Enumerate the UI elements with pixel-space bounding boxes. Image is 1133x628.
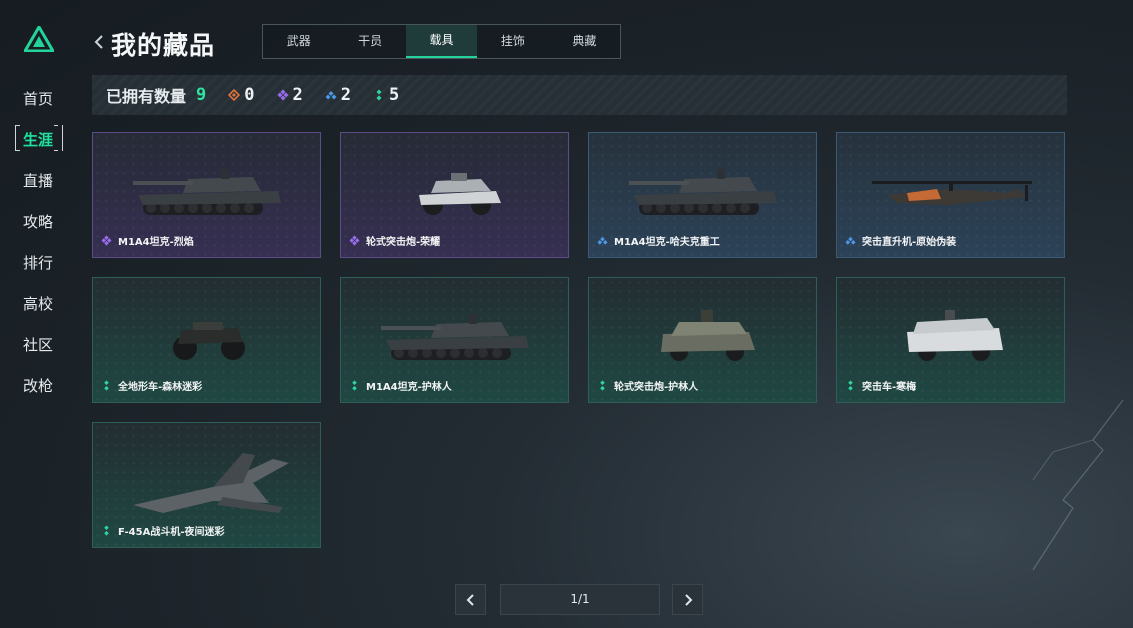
rarity-count-orange: 0 xyxy=(228,85,255,105)
sidebar-item-4[interactable]: 排行 xyxy=(0,250,76,291)
vehicle-card[interactable]: 全地形车-森林迷彩 xyxy=(92,277,321,403)
vehicle-name-row: M1A4坦克-哈夫克重工 xyxy=(597,233,720,248)
sidebar-item-label: 社区 xyxy=(22,336,53,354)
green-rarity-icon xyxy=(848,380,853,391)
owned-count-bar: 已拥有数量 9 0 2 2 5 xyxy=(92,75,1067,115)
sidebar-item-label: 直播 xyxy=(22,172,53,190)
purple-rarity-icon xyxy=(101,235,112,246)
vehicle-name-row: 轮式突击炮-荣耀 xyxy=(349,233,440,248)
chevron-left-icon xyxy=(466,594,474,606)
prev-page-button[interactable] xyxy=(455,584,486,615)
vehicle-card[interactable]: 轮式突击炮-荣耀 xyxy=(340,132,569,258)
vehicle-name-row: M1A4坦克-护林人 xyxy=(349,378,452,393)
vehicle-card[interactable]: 突击直升机-原始伪装 xyxy=(836,132,1065,258)
app-logo[interactable] xyxy=(24,26,54,52)
vehicle-card[interactable]: 突击车-寒梅 xyxy=(836,277,1065,403)
blue-rarity-icon xyxy=(845,236,856,245)
sidebar-nav: 首页生涯直播攻略排行高校社区改枪 xyxy=(0,86,76,414)
purple-diamond-icon xyxy=(277,89,289,101)
vehicle-card[interactable]: M1A4坦克-护林人 xyxy=(340,277,569,403)
page-indicator: 1/1 xyxy=(500,584,660,615)
sidebar-item-7[interactable]: 改枪 xyxy=(0,373,76,414)
vehicle-name-row: 轮式突击炮-护林人 xyxy=(597,378,698,393)
chevron-right-icon xyxy=(685,594,693,606)
sidebar-item-label: 高校 xyxy=(22,295,53,313)
rarity-count-value: 0 xyxy=(244,85,255,105)
vehicle-image xyxy=(661,310,755,361)
tab-2[interactable]: 载具 xyxy=(405,25,478,58)
vehicle-name: F-45A战斗机-夜间迷彩 xyxy=(118,527,225,538)
rarity-count-value: 2 xyxy=(292,85,303,105)
vehicle-card[interactable]: 轮式突击炮-护林人 xyxy=(588,277,817,403)
page-title: 我的藏品 xyxy=(111,31,216,60)
sidebar-item-1[interactable]: 生涯 xyxy=(0,125,76,168)
vehicle-image xyxy=(133,453,289,513)
vehicle-name-row: 突击车-寒梅 xyxy=(845,378,916,393)
sidebar-item-5[interactable]: 高校 xyxy=(0,291,76,332)
vehicle-image xyxy=(872,181,1032,205)
category-tabs: 武器 干员 载具 挂饰 典藏 xyxy=(262,24,621,59)
sidebar-item-0[interactable]: 首页 xyxy=(0,86,76,127)
sidebar-item-6[interactable]: 社区 xyxy=(0,332,76,373)
vehicle-name: M1A4坦克-护林人 xyxy=(366,382,452,393)
sidebar-item-label: 生涯 xyxy=(22,131,53,149)
rarity-count-purple: 2 xyxy=(277,85,303,105)
rarity-count-blue: 2 xyxy=(325,85,351,105)
vehicle-name-row: M1A4坦克-烈焰 xyxy=(101,233,194,248)
vehicle-name-row: 突击直升机-原始伪装 xyxy=(845,233,956,248)
vehicle-name: M1A4坦克-烈焰 xyxy=(118,237,194,248)
back-arrow-icon[interactable] xyxy=(92,34,106,50)
vehicle-card[interactable]: M1A4坦克-烈焰 xyxy=(92,132,321,258)
vehicle-image xyxy=(419,173,501,215)
vehicle-name: 轮式突击炮-荣耀 xyxy=(366,237,441,248)
purple-rarity-icon xyxy=(349,235,360,246)
orange-diamond-icon xyxy=(228,89,241,101)
vehicle-name-row: F-45A战斗机-夜间迷彩 xyxy=(101,523,224,538)
vehicle-image xyxy=(629,169,777,215)
green-diamond-icon xyxy=(376,89,382,101)
green-rarity-icon xyxy=(600,380,605,391)
sidebar-item-label: 首页 xyxy=(22,90,53,108)
blue-rarity-icon xyxy=(597,236,608,245)
vehicle-name: 突击直升机-原始伪装 xyxy=(862,237,957,248)
tab-1[interactable]: 干员 xyxy=(334,25,405,58)
owned-count-label: 已拥有数量 xyxy=(106,87,187,106)
sidebar-item-label: 排行 xyxy=(22,254,53,272)
vehicle-card[interactable]: M1A4坦克-哈夫克重工 xyxy=(588,132,817,258)
lightning-decoration xyxy=(1032,399,1124,571)
vehicle-name: 轮式突击炮-护林人 xyxy=(614,382,699,393)
green-rarity-icon xyxy=(352,380,357,391)
tab-3[interactable]: 挂饰 xyxy=(477,25,548,58)
vehicle-image xyxy=(907,310,1003,361)
sidebar-item-label: 改枪 xyxy=(22,377,53,395)
vehicle-card[interactable]: F-45A战斗机-夜间迷彩 xyxy=(92,422,321,548)
vehicle-image xyxy=(173,322,245,360)
vehicle-name: 突击车-寒梅 xyxy=(862,382,917,393)
sidebar-item-label: 攻略 xyxy=(22,213,53,231)
rarity-count-value: 5 xyxy=(389,85,400,105)
rarity-count-value: 2 xyxy=(340,85,352,105)
sidebar-item-3[interactable]: 攻略 xyxy=(0,209,76,250)
tab-0[interactable]: 武器 xyxy=(263,25,334,58)
rarity-count-green: 5 xyxy=(373,85,399,105)
blue-diamond-icon xyxy=(325,91,337,100)
vehicle-name: 全地形车-森林迷彩 xyxy=(118,382,203,393)
green-rarity-icon xyxy=(104,525,109,536)
vehicle-name-row: 全地形车-森林迷彩 xyxy=(101,378,202,393)
vehicle-image xyxy=(381,314,529,360)
vehicle-image xyxy=(133,169,281,215)
green-rarity-icon xyxy=(104,380,109,391)
owned-count-total: 9 xyxy=(196,85,207,105)
sidebar-item-2[interactable]: 直播 xyxy=(0,168,76,209)
next-page-button[interactable] xyxy=(672,584,703,615)
vehicle-name: M1A4坦克-哈夫克重工 xyxy=(614,237,720,248)
tab-4[interactable]: 典藏 xyxy=(549,25,620,58)
